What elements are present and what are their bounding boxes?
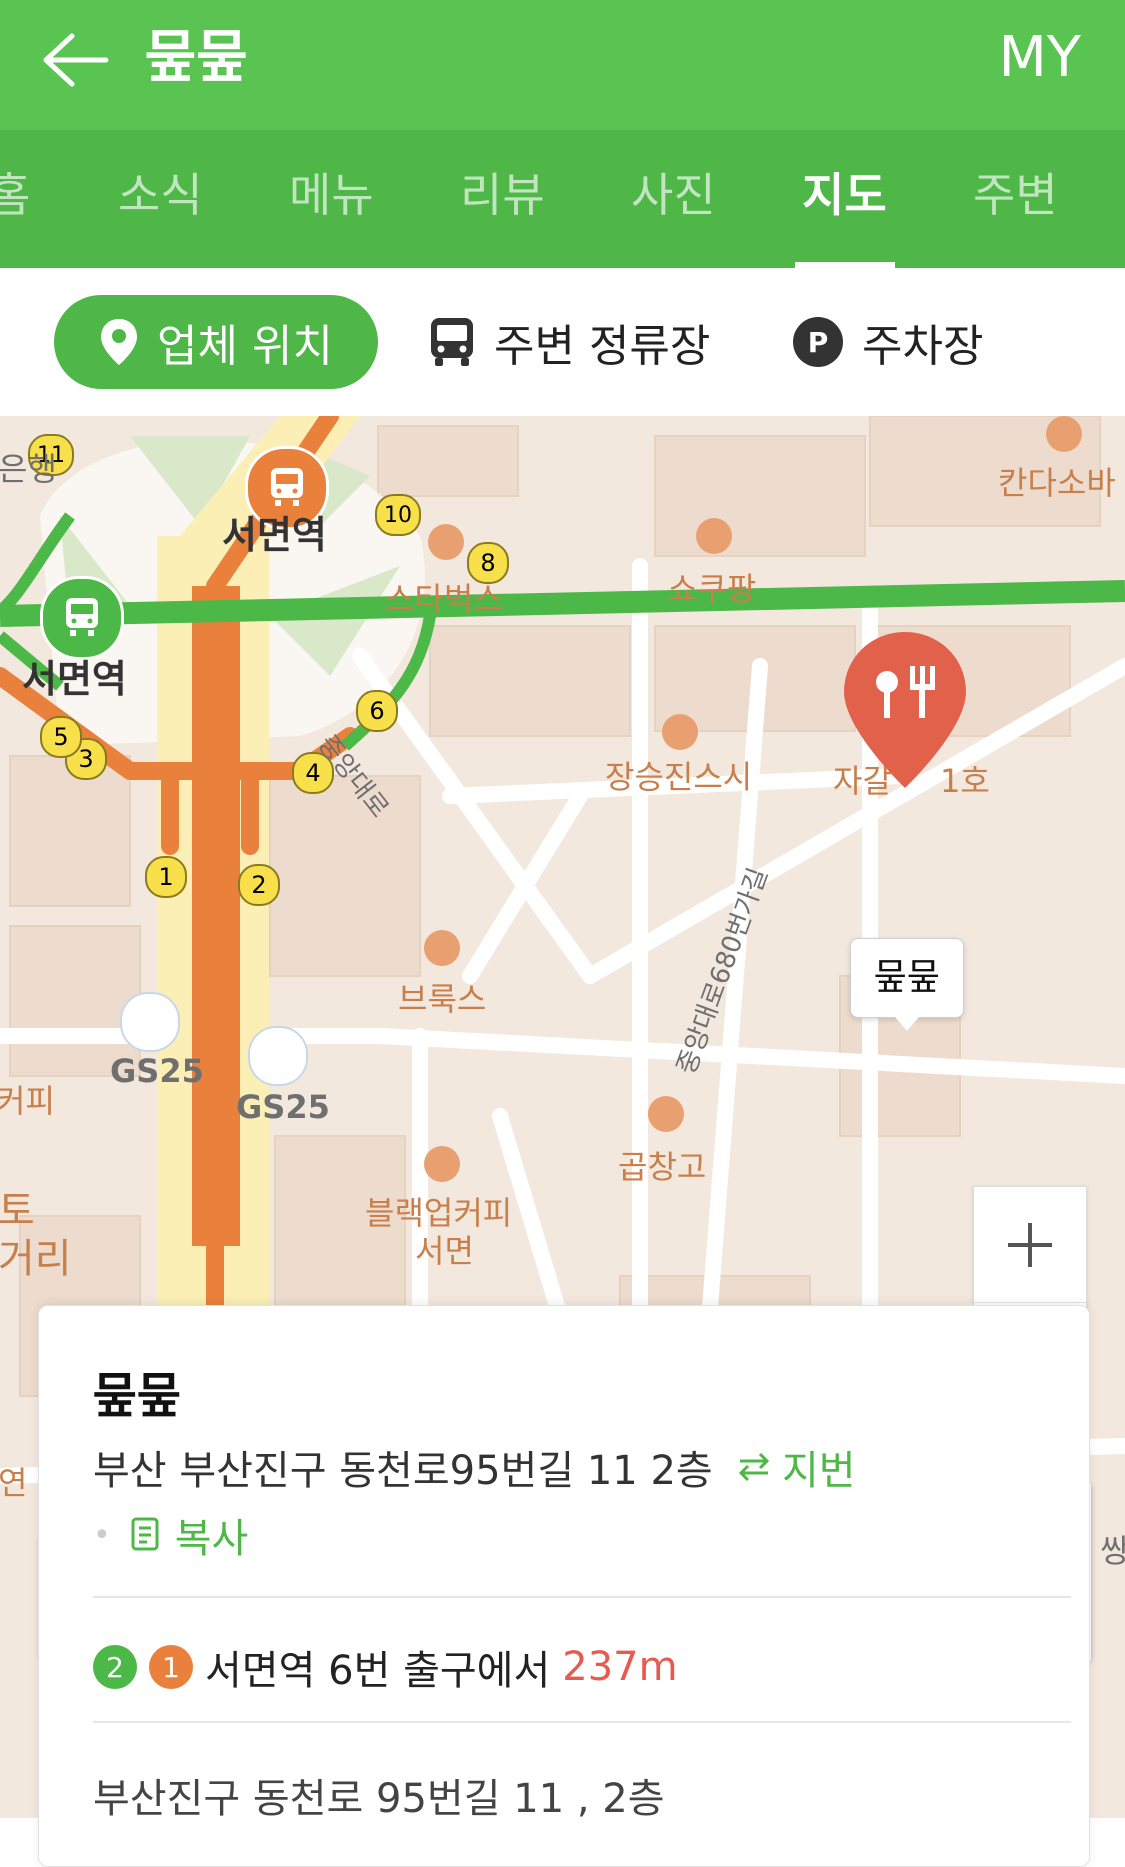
transit-info: 2 1 서면역 6번 출구에서 237m bbox=[93, 1638, 678, 1696]
tab-home[interactable]: 홈 bbox=[0, 165, 30, 225]
poi-label: 장승진스시 bbox=[605, 758, 753, 796]
line1-badge: 1 bbox=[149, 1645, 193, 1689]
parking-icon: P bbox=[792, 316, 844, 368]
cafe-icon[interactable] bbox=[428, 524, 464, 560]
exit-marker: 6 bbox=[356, 690, 398, 732]
copy-button[interactable]: • 복사 bbox=[93, 1506, 248, 1564]
poi-label: 서면 bbox=[415, 1232, 474, 1270]
station-label: 서면역 bbox=[22, 657, 127, 701]
cafe-icon[interactable] bbox=[424, 930, 460, 966]
business-location-label: 업체 위치 bbox=[157, 321, 333, 372]
tab-menu[interactable]: 메뉴 bbox=[289, 165, 374, 225]
jibun-label: 지번 bbox=[782, 1448, 856, 1494]
transit-text: 서면역 6번 출구에서 bbox=[205, 1648, 551, 1694]
restaurant-icon[interactable] bbox=[696, 518, 732, 554]
road-address: 부산 부산진구 동천로95번길 11 2층 bbox=[93, 1448, 713, 1494]
restaurant-icon[interactable] bbox=[662, 714, 698, 750]
nearby-stops-chip[interactable]: 주변 정류장 bbox=[428, 295, 710, 389]
restaurant-pin-icon[interactable] bbox=[842, 630, 968, 794]
jibun-toggle[interactable]: 지번 bbox=[734, 1438, 856, 1496]
poi-label: 연 bbox=[0, 1464, 28, 1502]
cafe-icon[interactable] bbox=[424, 1146, 460, 1182]
poi-label: 거리 bbox=[0, 1236, 72, 1282]
swap-icon bbox=[738, 1452, 770, 1482]
place-name: 뭎뭎 bbox=[93, 1368, 182, 1424]
transit-distance: 237m bbox=[562, 1644, 678, 1690]
divider bbox=[93, 1596, 1071, 1598]
poi-label: 쇼쿠팡 bbox=[668, 570, 757, 608]
plus-icon bbox=[1008, 1222, 1052, 1267]
exit-marker: 5 bbox=[40, 716, 82, 758]
address-detail: 부산진구 동천로 95번길 11 , 2층 bbox=[93, 1776, 665, 1822]
poi-label: 스타벅스 bbox=[385, 580, 503, 618]
poi-label: 은행 bbox=[0, 450, 57, 488]
tab-nearby[interactable]: 주변 bbox=[973, 165, 1058, 225]
station-label: 서면역 bbox=[222, 513, 327, 557]
parking-icon-letter: P bbox=[808, 326, 829, 359]
back-arrow-icon[interactable] bbox=[38, 28, 112, 92]
place-info-card: 뭎뭎 부산 부산진구 동천로95번길 11 2층 지번 • 복사 2 1 서면역… bbox=[38, 1305, 1090, 1867]
tab-bar: 홈 소식 메뉴 리뷰 사진 지도 주변 bbox=[0, 130, 1125, 268]
divider bbox=[93, 1721, 1071, 1723]
parking-chip[interactable]: P 주차장 bbox=[792, 295, 983, 389]
poi-label: 브룩스 bbox=[398, 980, 487, 1018]
bullet-dot: • bbox=[93, 1517, 111, 1553]
parking-label: 주차장 bbox=[862, 321, 984, 372]
my-button[interactable]: MY bbox=[998, 18, 1081, 98]
tab-review[interactable]: 리뷰 bbox=[460, 165, 545, 225]
restaurant-icon[interactable] bbox=[648, 1096, 684, 1132]
convenience-store-icon[interactable] bbox=[248, 1026, 308, 1086]
restaurant-icon[interactable] bbox=[1046, 416, 1082, 452]
tab-photo[interactable]: 사진 bbox=[631, 165, 716, 225]
exit-marker: 10 bbox=[375, 494, 421, 536]
map-filter-bar: 업체 위치 주변 정류장 P 주차장 bbox=[0, 268, 1125, 418]
location-pin-icon bbox=[99, 317, 139, 367]
poi-label: GS25 bbox=[236, 1088, 330, 1126]
exit-marker: 1 bbox=[145, 856, 187, 898]
poi-label: GS25 bbox=[110, 1052, 204, 1090]
top-app-bar: 뭎뭎 MY bbox=[0, 0, 1125, 130]
place-callout[interactable]: 뭎뭎 bbox=[850, 938, 964, 1031]
poi-label: 곱창고 bbox=[618, 1148, 707, 1186]
tab-map[interactable]: 지도 bbox=[802, 165, 887, 225]
poi-label: 커피 bbox=[0, 1082, 55, 1120]
page-title: 뭎뭎 bbox=[145, 25, 249, 90]
convenience-store-icon[interactable] bbox=[120, 992, 180, 1052]
copy-label: 복사 bbox=[174, 1516, 249, 1562]
poi-label: 칸다소바 bbox=[998, 464, 1116, 502]
copy-icon bbox=[131, 1517, 159, 1551]
business-location-chip[interactable]: 업체 위치 bbox=[54, 295, 378, 389]
line2-badge: 2 bbox=[93, 1645, 137, 1689]
nearby-stops-label: 주변 정류장 bbox=[494, 321, 711, 372]
poi-label: 쌍 bbox=[1100, 1532, 1125, 1570]
bus-icon bbox=[428, 316, 476, 368]
exit-marker: 2 bbox=[238, 864, 280, 906]
tab-news[interactable]: 소식 bbox=[118, 165, 203, 225]
zoom-in-button[interactable] bbox=[974, 1187, 1086, 1302]
